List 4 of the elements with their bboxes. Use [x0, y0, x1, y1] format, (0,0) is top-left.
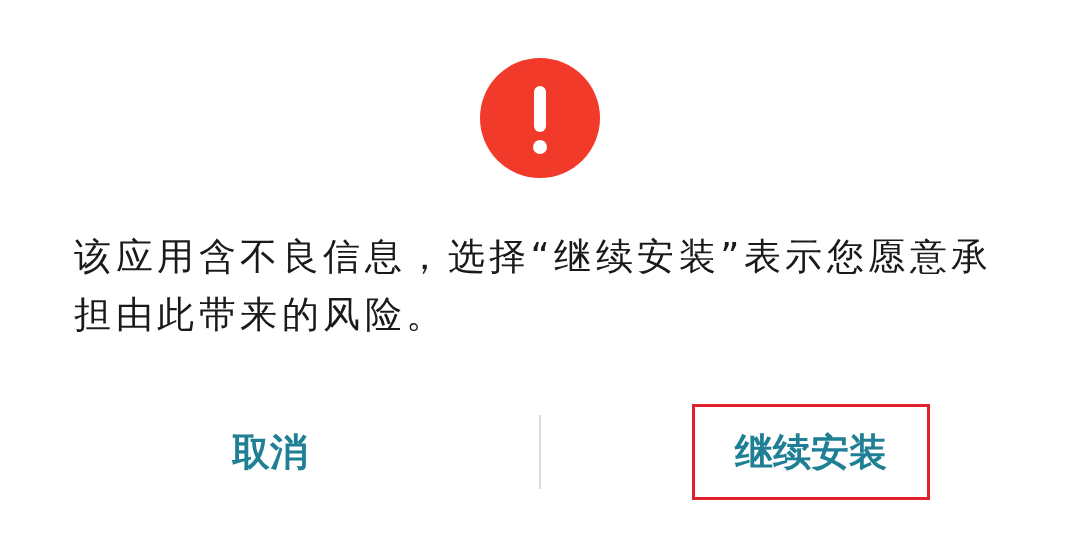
- dialog-message: 该应用含不良信息，选择“继续安装”表示您愿意承担由此带来的风险。: [73, 234, 994, 338]
- install-button[interactable]: 继续安装: [691, 404, 930, 500]
- cancel-button[interactable]: 取消: [188, 404, 351, 500]
- warning-icon: [480, 58, 600, 178]
